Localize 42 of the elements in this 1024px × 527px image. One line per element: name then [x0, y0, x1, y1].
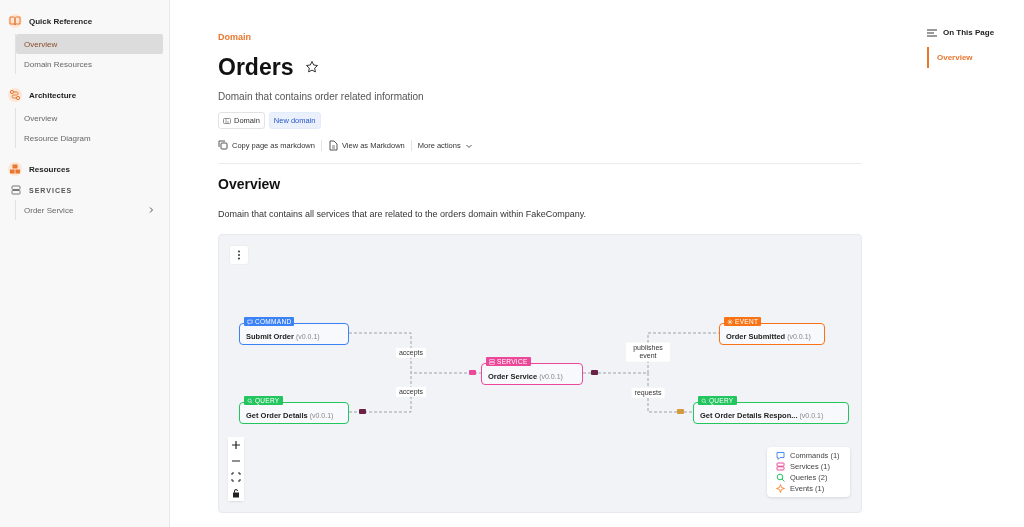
message-marker-icon	[591, 370, 598, 375]
chat-icon	[776, 451, 785, 460]
sparkle-icon	[776, 484, 785, 493]
sidebar-item[interactable]: Overview	[16, 108, 163, 128]
chevron-icon	[147, 206, 155, 214]
section-title: Resources	[29, 164, 70, 174]
book-icon	[8, 14, 22, 28]
lock-icon	[231, 488, 241, 498]
lock-button[interactable]	[228, 485, 244, 501]
fullscreen-icon	[231, 472, 241, 482]
server-icon	[776, 462, 785, 471]
plus-icon	[231, 440, 241, 450]
boxes-icon	[8, 162, 22, 176]
section-heading: Overview	[218, 176, 282, 192]
section-title: Quick Reference	[29, 16, 93, 26]
sidebar-item[interactable]: Overview	[16, 34, 163, 54]
sidebar-item[interactable]: Domain Resources	[16, 54, 163, 74]
server-icon	[489, 358, 495, 365]
domain-icon	[223, 117, 231, 124]
search-icon	[776, 473, 785, 482]
sidebar-item[interactable]: Order Service	[16, 200, 163, 220]
file-icon	[327, 140, 338, 151]
message-marker-icon	[469, 370, 476, 375]
star-icon[interactable]	[305, 60, 320, 74]
page-title: Orders	[218, 53, 294, 82]
route-icon	[8, 88, 22, 102]
search-icon	[247, 397, 253, 404]
message-marker-icon	[677, 409, 684, 414]
section-title: Architecture	[29, 90, 77, 100]
dots-icon	[237, 250, 241, 260]
chat-icon	[247, 318, 253, 325]
page-description: Domain that contains order related information	[218, 91, 425, 102]
message-marker-icon	[359, 409, 366, 414]
sparkle-icon	[727, 318, 733, 325]
copy-icon	[218, 140, 228, 151]
paragraph: Domain that contains all services that are related to the orders domain within FakeCompany.	[218, 209, 587, 219]
sidebar-item[interactable]: Resource Diagram	[16, 128, 163, 148]
toc-title: On This Page	[943, 28, 995, 37]
server-icon	[11, 185, 21, 195]
zoom-in-button[interactable]	[228, 437, 244, 453]
menu-icon	[927, 28, 937, 37]
search-icon	[701, 397, 707, 404]
